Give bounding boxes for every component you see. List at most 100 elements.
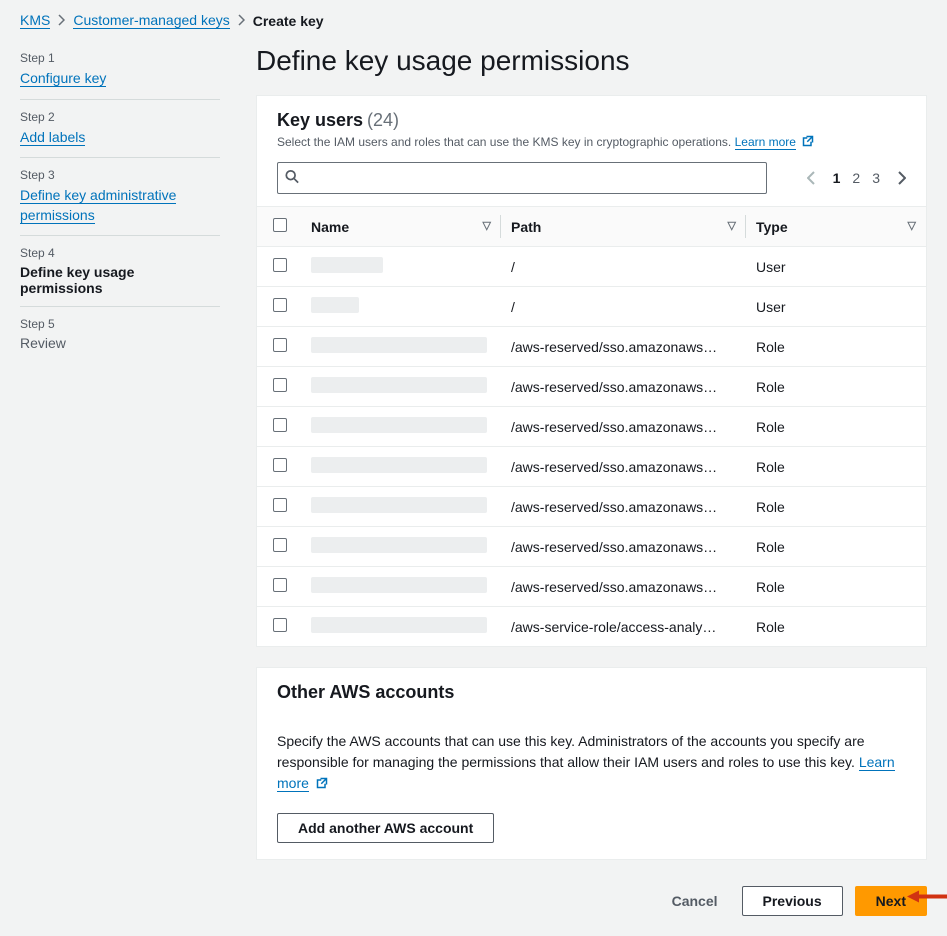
page-number[interactable]: 2 xyxy=(852,170,860,186)
breadcrumb-sep-icon xyxy=(58,13,65,29)
wizard-footer: Cancel Previous Next xyxy=(256,880,927,916)
step-label: Step 5 xyxy=(20,317,220,331)
column-path-header[interactable]: Path xyxy=(511,219,541,235)
redacted-name xyxy=(311,457,487,473)
row-checkbox[interactable] xyxy=(273,498,287,512)
redacted-name xyxy=(311,337,487,353)
redacted-name xyxy=(311,417,487,433)
column-type-header[interactable]: Type xyxy=(756,219,788,235)
path-cell: / xyxy=(501,287,746,327)
path-cell: /aws-reserved/sso.amazonaws… xyxy=(501,407,746,447)
row-checkbox[interactable] xyxy=(273,258,287,272)
external-link-icon xyxy=(316,774,328,795)
redacted-name xyxy=(311,617,487,633)
wizard-step: Step 3Define key administrative permissi… xyxy=(20,158,220,236)
breadcrumb-customer-managed-keys[interactable]: Customer-managed keys xyxy=(73,12,229,29)
table-row: /User xyxy=(257,247,926,287)
breadcrumb-kms[interactable]: KMS xyxy=(20,12,50,29)
type-cell: User xyxy=(746,247,926,287)
path-cell: /aws-service-role/access-analy… xyxy=(501,607,746,647)
path-cell: /aws-reserved/sso.amazonaws… xyxy=(501,567,746,607)
table-row: /aws-reserved/sso.amazonaws…Role xyxy=(257,527,926,567)
redacted-name xyxy=(311,257,383,273)
redacted-name xyxy=(311,537,487,553)
previous-button[interactable]: Previous xyxy=(742,886,843,916)
step-title: Review xyxy=(20,335,220,351)
step-title: Define key usage permissions xyxy=(20,264,220,296)
type-cell: Role xyxy=(746,367,926,407)
path-cell: / xyxy=(501,247,746,287)
type-cell: Role xyxy=(746,487,926,527)
type-cell: Role xyxy=(746,327,926,367)
table-row: /aws-service-role/access-analy…Role xyxy=(257,607,926,647)
search-box xyxy=(277,162,767,194)
column-name-header[interactable]: Name xyxy=(311,219,349,235)
table-row: /aws-reserved/sso.amazonaws…Role xyxy=(257,407,926,447)
row-checkbox[interactable] xyxy=(273,378,287,392)
type-cell: User xyxy=(746,287,926,327)
key-users-title: Key users xyxy=(277,110,363,130)
step-label: Step 1 xyxy=(20,51,220,65)
table-row: /aws-reserved/sso.amazonaws…Role xyxy=(257,487,926,527)
other-accounts-desc: Specify the AWS accounts that can use th… xyxy=(277,733,865,770)
row-checkbox[interactable] xyxy=(273,458,287,472)
key-users-count: (24) xyxy=(367,110,399,130)
path-cell: /aws-reserved/sso.amazonaws… xyxy=(501,527,746,567)
search-icon xyxy=(285,170,299,187)
page-number[interactable]: 1 xyxy=(833,170,841,186)
row-checkbox[interactable] xyxy=(273,538,287,552)
breadcrumb: KMS Customer-managed keys Create key xyxy=(0,0,947,41)
cancel-button[interactable]: Cancel xyxy=(660,887,730,915)
redacted-name xyxy=(311,577,487,593)
pagination: 123 xyxy=(807,170,906,186)
wizard-step: Step 5 Review xyxy=(20,307,220,361)
breadcrumb-current: Create key xyxy=(253,13,324,29)
type-cell: Role xyxy=(746,447,926,487)
step-label: Step 2 xyxy=(20,110,220,124)
page-next-icon[interactable] xyxy=(898,171,906,185)
breadcrumb-sep-icon xyxy=(238,13,245,29)
wizard-step: Step 2 Add labels xyxy=(20,100,220,159)
key-users-learn-more-link[interactable]: Learn more xyxy=(735,135,796,150)
wizard-step: Step 4 Define key usage permissions xyxy=(20,236,220,307)
key-users-subtitle: Select the IAM users and roles that can … xyxy=(277,135,731,149)
path-cell: /aws-reserved/sso.amazonaws… xyxy=(501,447,746,487)
row-checkbox[interactable] xyxy=(273,618,287,632)
page-number[interactable]: 3 xyxy=(872,170,880,186)
type-cell: Role xyxy=(746,567,926,607)
search-input[interactable] xyxy=(277,162,767,194)
key-users-panel: Key users (24) Select the IAM users and … xyxy=(256,95,927,647)
key-users-table: Name ▽ Path ▽ Type ▽ /User/User/aws-reserve… xyxy=(257,206,926,646)
other-accounts-title: Other AWS accounts xyxy=(277,682,454,702)
sort-icon: ▽ xyxy=(483,219,491,232)
table-row: /User xyxy=(257,287,926,327)
select-all-checkbox[interactable] xyxy=(273,218,287,232)
table-row: /aws-reserved/sso.amazonaws…Role xyxy=(257,327,926,367)
row-checkbox[interactable] xyxy=(273,298,287,312)
type-cell: Role xyxy=(746,527,926,567)
step-title[interactable]: Add labels xyxy=(20,129,85,146)
row-checkbox[interactable] xyxy=(273,338,287,352)
row-checkbox[interactable] xyxy=(273,418,287,432)
annotation-arrow-icon xyxy=(907,888,947,909)
path-cell: /aws-reserved/sso.amazonaws… xyxy=(501,487,746,527)
sort-icon: ▽ xyxy=(908,219,916,232)
row-checkbox[interactable] xyxy=(273,578,287,592)
redacted-name xyxy=(311,297,359,313)
step-label: Step 4 xyxy=(20,246,220,260)
page-title: Define key usage permissions xyxy=(256,45,927,77)
redacted-name xyxy=(311,497,487,513)
step-title[interactable]: Configure key xyxy=(20,70,106,87)
table-row: /aws-reserved/sso.amazonaws…Role xyxy=(257,567,926,607)
type-cell: Role xyxy=(746,407,926,447)
path-cell: /aws-reserved/sso.amazonaws… xyxy=(501,327,746,367)
wizard-step: Step 1 Configure key xyxy=(20,41,220,100)
table-row: /aws-reserved/sso.amazonaws…Role xyxy=(257,447,926,487)
add-another-account-button[interactable]: Add another AWS account xyxy=(277,813,494,843)
type-cell: Role xyxy=(746,607,926,647)
sort-icon: ▽ xyxy=(728,219,736,232)
redacted-name xyxy=(311,377,487,393)
step-title[interactable]: Define key administrative permissions xyxy=(20,187,176,224)
table-row: /aws-reserved/sso.amazonaws…Role xyxy=(257,367,926,407)
page-prev-icon[interactable] xyxy=(807,171,815,185)
